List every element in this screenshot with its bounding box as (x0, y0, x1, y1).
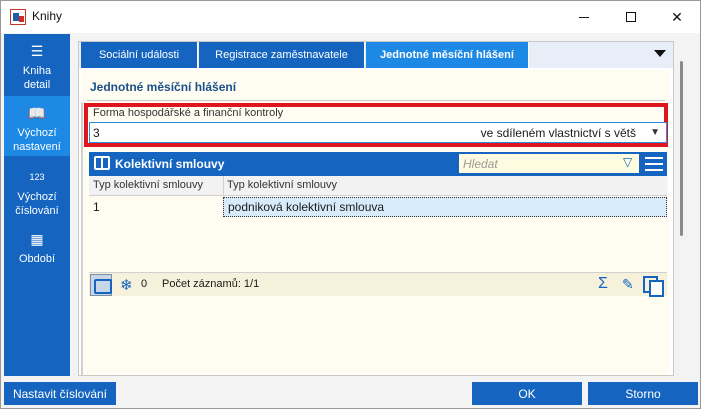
sum-icon[interactable]: Σ (598, 275, 608, 293)
section-title: Jednotné měsíční hlášení (90, 80, 237, 94)
field-code: 3 (93, 126, 100, 140)
grid-header: Kolektivní smlouvy Hledat ▽ (89, 152, 667, 176)
control-form-select[interactable]: 3 ve sdíleném vlastnictví s větš ▼ (89, 122, 667, 143)
record-count: Počet záznamů: 1/1 (162, 278, 260, 290)
snowflake-icon[interactable]: ❄ (120, 276, 133, 294)
tab-bar: Sociální události Registrace zaměstnavat… (79, 42, 673, 68)
divider (81, 103, 83, 375)
table-cell-selected[interactable]: podniková kolektivní smlouva (223, 197, 667, 217)
sidebar-item-label: číslování (15, 205, 59, 217)
set-numbering-button[interactable]: Nastavit číslování (4, 382, 116, 405)
copy-icon[interactable] (643, 276, 664, 297)
numbering-icon: 123 (29, 172, 45, 182)
cancel-button[interactable]: Storno (588, 382, 698, 405)
sidebar-item-label: Výchozí (17, 127, 57, 139)
vertical-scrollbar[interactable] (675, 41, 689, 376)
column-header[interactable]: Typ kolektivní smlouvy (93, 179, 203, 191)
app-icon (10, 9, 26, 25)
tab-registrace-zamestnavatele[interactable]: Registrace zaměstnavatele (199, 42, 365, 68)
calendar-icon: ▦ (30, 231, 44, 247)
sidebar-item-vychozi-cislovani[interactable]: 123 Výchozí číslování (4, 160, 70, 220)
book-view-icon[interactable] (90, 274, 112, 296)
tab-content: Jednotné měsíční hlášení Forma hospodářs… (81, 70, 669, 375)
bottom-bar: Nastavit číslování OK Storno (1, 378, 700, 408)
tab-socialni-udalosti[interactable]: Sociální události (81, 42, 198, 68)
sidebar-item-label: Období (18, 253, 56, 265)
filter-icon[interactable]: ▽ (623, 156, 635, 168)
sidebar-item-vychozi-nastaveni[interactable]: 📖 Výchozí nastavení (4, 96, 70, 156)
search-input[interactable]: Hledat (459, 154, 639, 173)
grid-footer: ❄ 0 Počet záznamů: 1/1 Σ ✎ (89, 272, 667, 297)
search-placeholder: Hledat (463, 157, 498, 171)
grid-title: Kolektivní smlouvy (115, 157, 225, 171)
sidebar-item-label: nastavení (13, 141, 61, 153)
divider (87, 100, 665, 101)
minimize-button[interactable] (561, 1, 607, 33)
table-cell-text: podniková kolektivní smlouva (228, 200, 385, 214)
minimize-icon (579, 16, 589, 18)
sidebar-item-label: detail (23, 79, 51, 91)
column-divider (223, 176, 224, 196)
hamburger-menu-icon[interactable] (645, 157, 663, 171)
menu-icon: ☰ (30, 43, 44, 59)
column-header-row: Typ kolektivní smlouvy Typ kolektivní sm… (89, 176, 667, 196)
close-button[interactable]: ✕ (654, 1, 700, 33)
title-bar: Knihy ✕ (1, 1, 700, 33)
table-row[interactable]: 1 podniková kolektivní smlouva (89, 197, 667, 217)
edit-icon[interactable]: ✎ (622, 276, 634, 293)
sidebar-item-obdobi[interactable]: ▦ Období (4, 224, 70, 280)
filter-count: 0 (141, 278, 148, 290)
maximize-button[interactable] (608, 1, 654, 33)
sidebar-item-kniha-detail[interactable]: ☰ Kniha detail (4, 34, 70, 96)
main-panel: Sociální události Registrace zaměstnavat… (78, 41, 674, 376)
window-title: Knihy (32, 9, 63, 23)
application-window: Knihy ✕ ☰ Kniha detail 📖 Výchozí nastave… (0, 0, 701, 409)
field-value: ve sdíleném vlastnictví s větš (480, 126, 636, 140)
field-label: Forma hospodářské a finanční kontroly (93, 107, 284, 119)
book-icon (94, 156, 110, 170)
book-open-icon: 📖 (28, 105, 46, 121)
ok-button[interactable]: OK (472, 382, 582, 405)
table-cell: 1 (93, 200, 100, 214)
scrollbar-thumb[interactable] (680, 61, 683, 236)
sidebar-item-label: Výchozí (17, 191, 57, 203)
tab-overflow-icon[interactable] (654, 50, 666, 57)
dropdown-icon[interactable]: ▼ (650, 127, 660, 138)
column-header[interactable]: Typ kolektivní smlouvy (227, 179, 337, 191)
maximize-icon (626, 12, 636, 22)
sidebar: ☰ Kniha detail 📖 Výchozí nastavení 123 V… (4, 34, 70, 376)
tab-jednotne-mesicni-hlaseni[interactable]: Jednotné měsíční hlášení (366, 42, 529, 68)
close-icon: ✕ (671, 8, 683, 25)
sidebar-item-label: Kniha (22, 65, 52, 77)
